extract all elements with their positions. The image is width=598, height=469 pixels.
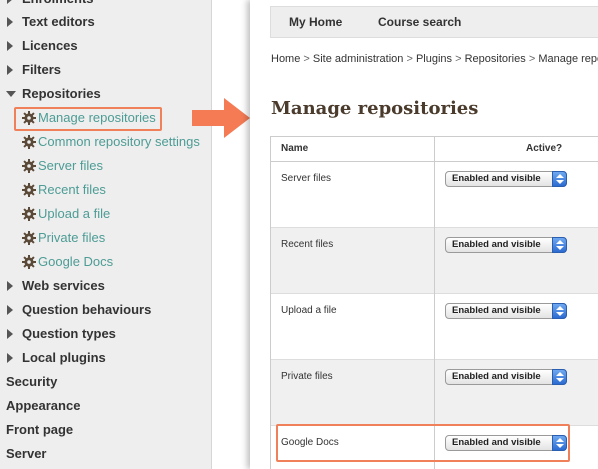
sidebar-item-label: Appearance <box>6 398 81 413</box>
sidebar-link-label: Common repository settings <box>38 134 200 149</box>
active-select[interactable]: Enabled and visible <box>445 303 567 319</box>
select-value: Enabled and visible <box>452 173 541 184</box>
sidebar-link-label: Upload a file <box>38 206 111 221</box>
expand-arrow-icon <box>7 281 13 291</box>
sidebar-item-label: Text editors <box>22 14 95 29</box>
breadcrumb: Home > Site administration > Plugins > R… <box>271 53 598 65</box>
expand-arrow-icon <box>7 0 13 4</box>
column-divider <box>434 137 435 469</box>
select-value: Enabled and visible <box>452 371 541 382</box>
sidebar-link-label: Server files <box>38 158 104 173</box>
callout-arrow-icon <box>192 98 250 138</box>
admin-sidebar: Enrolments Text editors Licences Filters… <box>0 0 212 469</box>
collapse-arrow-icon <box>6 91 16 97</box>
active-select[interactable]: Enabled and visible <box>445 369 567 385</box>
highlight-box <box>276 424 570 462</box>
sidebar-item-label: Local plugins <box>22 350 106 365</box>
select-stepper-icon <box>552 237 567 253</box>
main-content: My Home Course search Home > Site admini… <box>250 0 598 469</box>
sidebar-item-label: Server <box>6 446 47 461</box>
breadcrumb-separator: > <box>528 53 536 65</box>
sidebar-link-label: Google Docs <box>38 254 114 269</box>
repository-name: Server files <box>281 173 332 184</box>
breadcrumb-current: Manage repo <box>538 53 598 65</box>
highlight-box <box>14 107 162 131</box>
active-select[interactable]: Enabled and visible <box>445 237 567 253</box>
expand-arrow-icon <box>7 305 13 315</box>
sidebar-link-label: Recent files <box>38 182 106 197</box>
repositories-table: Name Active? Server files Enabled and vi… <box>270 136 598 469</box>
select-stepper-icon <box>552 303 567 319</box>
gear-icon <box>22 159 36 173</box>
gear-icon <box>22 183 36 197</box>
select-value: Enabled and visible <box>452 239 541 250</box>
gear-icon <box>22 207 36 221</box>
nav-course-search[interactable]: Course search <box>378 7 461 37</box>
sidebar-item-label: Web services <box>22 278 105 293</box>
breadcrumb-home[interactable]: Home <box>271 53 300 65</box>
column-header-active: Active? <box>526 143 563 154</box>
select-stepper-icon <box>552 369 567 385</box>
expand-arrow-icon <box>7 41 13 51</box>
sidebar-item-label: Front page <box>6 422 74 437</box>
sidebar-item-label: Repositories <box>22 86 101 101</box>
repository-name: Private files <box>281 371 333 382</box>
breadcrumb-plugins[interactable]: Plugins <box>416 53 452 65</box>
sidebar-item-label: Security <box>6 374 58 389</box>
expand-arrow-icon <box>7 65 13 75</box>
breadcrumb-separator: > <box>455 53 462 65</box>
column-header-name: Name <box>281 143 309 154</box>
gear-icon <box>22 135 36 149</box>
select-value: Enabled and visible <box>452 305 541 316</box>
select-stepper-icon <box>552 171 567 187</box>
active-select[interactable]: Enabled and visible <box>445 171 567 187</box>
repository-name: Recent files <box>281 239 334 250</box>
page-title: Manage repositories <box>271 98 479 119</box>
expand-arrow-icon <box>7 353 13 363</box>
sidebar-item-label: Licences <box>22 38 78 53</box>
nav-my-home[interactable]: My Home <box>289 7 342 37</box>
repository-name: Upload a file <box>281 305 337 316</box>
expand-arrow-icon <box>7 329 13 339</box>
breadcrumb-site-administration[interactable]: Site administration <box>313 53 404 65</box>
gear-icon <box>22 255 36 269</box>
breadcrumb-separator: > <box>303 53 310 65</box>
gear-icon <box>22 231 36 245</box>
sidebar-item-label: Question behaviours <box>22 302 152 317</box>
breadcrumb-separator: > <box>406 53 413 65</box>
sidebar-link-label: Private files <box>38 230 106 245</box>
breadcrumb-repositories[interactable]: Repositories <box>465 53 526 65</box>
expand-arrow-icon <box>7 17 13 27</box>
sidebar-item-label: Filters <box>22 62 62 77</box>
sidebar-item-label: Question types <box>22 326 116 341</box>
top-navbar: My Home Course search <box>270 6 598 38</box>
